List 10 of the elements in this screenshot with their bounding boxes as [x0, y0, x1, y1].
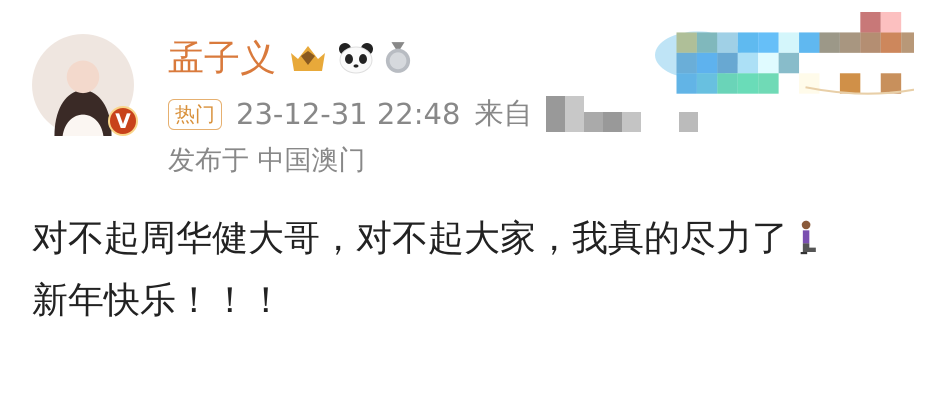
- author-name[interactable]: 孟子义: [168, 34, 276, 82]
- hot-tag[interactable]: 热门: [168, 98, 222, 130]
- panda-icon[interactable]: [336, 42, 376, 74]
- verified-badge: V: [108, 106, 138, 136]
- avatar[interactable]: [32, 34, 134, 136]
- medal-icon[interactable]: [384, 42, 412, 74]
- post-time: 23-12-31 22:48: [236, 97, 460, 131]
- post-location: 发布于 中国澳门: [168, 144, 367, 178]
- post-text: 对不起周华健大哥，对不起大家，我真的尽力了 新年快乐！！！: [32, 208, 946, 332]
- source-label: 来自: [474, 95, 532, 132]
